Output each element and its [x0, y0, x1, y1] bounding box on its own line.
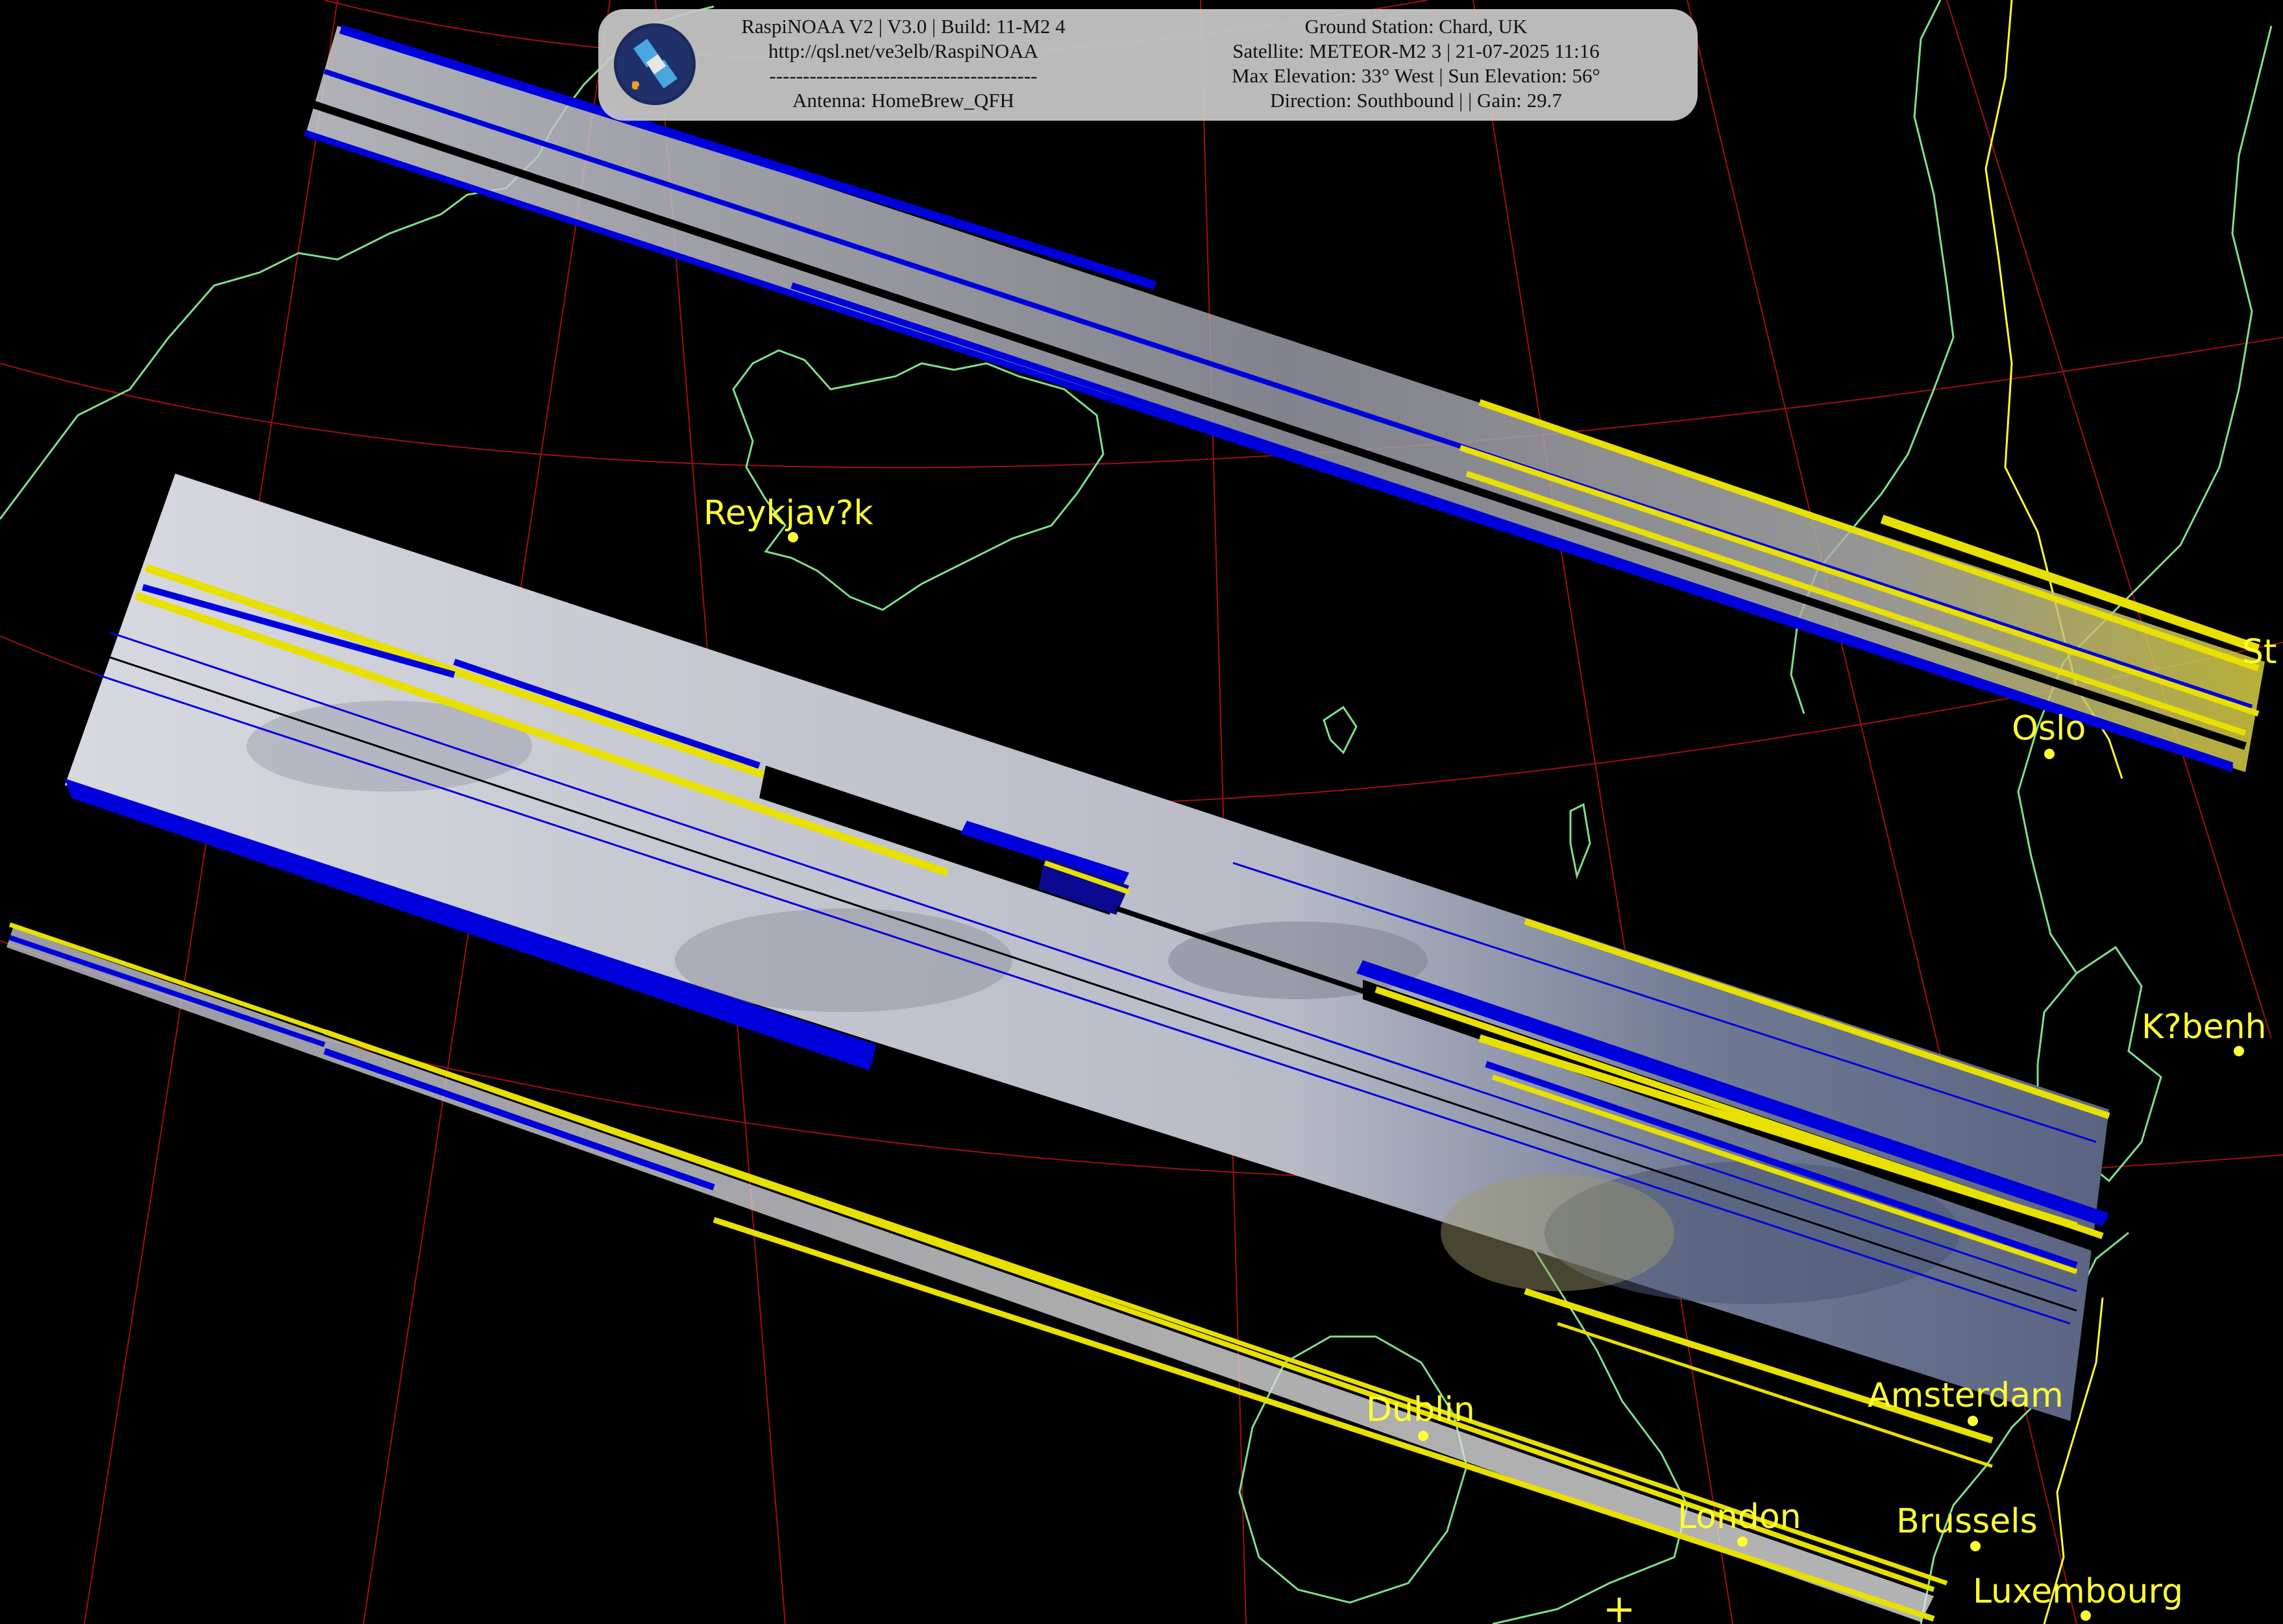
city-label-luxembourg: Luxembourg [1973, 1572, 2183, 1611]
header-pass-info: Ground Station: Chard, UK Satellite: MET… [1150, 14, 1682, 113]
header-right-line-2: Satellite: METEOR-M2 3 | 21-07-2025 11:1… [1232, 40, 1600, 62]
header-left-line-3: ---------------------------------------- [769, 64, 1038, 87]
satellite-map: Reykjav?k Oslo St K?benh Dublin Amsterda… [0, 0, 2283, 1624]
pass-info-header: RaspiNOAA V2 | V3.0 | Build: 11-M2 4 htt… [598, 9, 1698, 121]
city-label-london: London [1678, 1497, 1801, 1536]
header-right-line-4: Direction: Southbound | | Gain: 29.7 [1270, 89, 1562, 112]
city-label-amsterdam: Amsterdam [1868, 1376, 2064, 1415]
header-station-info: RaspiNOAA V2 | V3.0 | Build: 11-M2 4 htt… [683, 14, 1124, 113]
city-kobenhavn: K?benh [2142, 1008, 2267, 1056]
header-left-line-1: RaspiNOAA V2 | V3.0 | Build: 11-M2 4 [741, 15, 1066, 38]
city-luxembourg: Luxembourg [1973, 1572, 2183, 1621]
city-oslo: Oslo [2012, 709, 2086, 759]
city-reykjavik: Reykjav?k [703, 494, 873, 542]
ground-station-marker: + [1603, 1586, 1635, 1624]
city-label-brussels: Brussels [1896, 1502, 2038, 1541]
iceland-coast [732, 349, 1105, 611]
header-right-line-1: Ground Station: Chard, UK [1304, 15, 1528, 38]
city-label-kobenhavn: K?benh [2142, 1008, 2267, 1047]
city-label-dublin: Dublin [1366, 1390, 1475, 1429]
faroe-coast [1323, 705, 1358, 755]
header-left-line-4: Antenna: HomeBrew_QFH [792, 89, 1014, 112]
sweden-coast [2017, 25, 2273, 974]
header-left-line-2: http://qsl.net/ve3elb/RaspiNOAA [768, 40, 1038, 62]
city-stockholm: St [2242, 633, 2277, 672]
city-label-oslo: Oslo [2012, 709, 2086, 748]
city-amsterdam: Amsterdam [1868, 1376, 2064, 1426]
header-right-line-3: Max Elevation: 33° West | Sun Elevation:… [1232, 64, 1600, 87]
shetland-coast [1569, 803, 1591, 880]
city-label-stockholm: St [2242, 633, 2277, 672]
city-brussels: Brussels [1896, 1502, 2038, 1551]
city-label-reykjavik: Reykjav?k [703, 494, 873, 533]
